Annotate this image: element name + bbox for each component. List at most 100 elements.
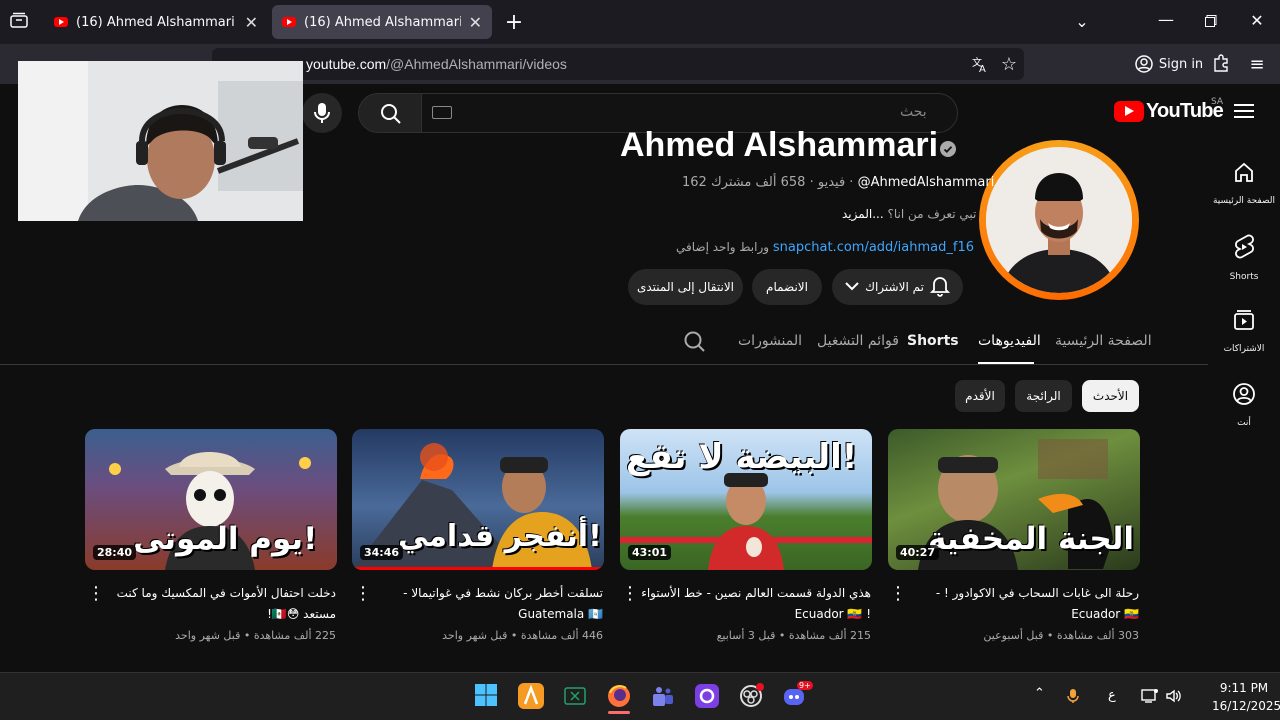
- video-age: قبل أسبوعين: [983, 629, 1044, 642]
- video-thumbnail[interactable]: الجنة المخفية 40:27: [888, 429, 1140, 570]
- video-duration: 28:40: [93, 545, 137, 560]
- url-path: /@AhmedAlshammari/videos: [386, 56, 567, 72]
- snapchat-link[interactable]: snapchat.com/add/iahmad_f16: [773, 240, 974, 255]
- video-menu-icon[interactable]: ⋮: [889, 585, 907, 603]
- excel-icon[interactable]: [562, 683, 588, 709]
- sidebar-item-shorts[interactable]: Shorts: [1212, 234, 1276, 282]
- home-icon: [1212, 160, 1276, 190]
- microphone-tray-icon[interactable]: [1067, 688, 1079, 708]
- video-title[interactable]: دخلت احتفال الأموات في المكسيك وما كنت م…: [104, 583, 336, 627]
- search-button[interactable]: [358, 93, 422, 133]
- chevron-down-icon: [845, 280, 859, 294]
- sidebar-item-home[interactable]: الصفحة الرئيسية: [1212, 160, 1276, 206]
- video-title[interactable]: تسلقت أخطر بركان نشط في غواتيمالا - Guat…: [371, 583, 603, 627]
- clock-time: 9:11 PM: [1219, 681, 1269, 695]
- keyboard-icon[interactable]: [432, 106, 452, 119]
- channel-search-icon[interactable]: [683, 330, 707, 358]
- thumbnail-text: البيضة لا تقع!: [626, 437, 858, 477]
- extensions-icon[interactable]: [1210, 54, 1232, 76]
- start-menu-icon[interactable]: [474, 683, 500, 709]
- shorts-icon: [1212, 234, 1276, 266]
- tab-playlists[interactable]: قوائم التشغيل: [817, 333, 899, 349]
- channel-avatar[interactable]: [986, 147, 1132, 293]
- verified-badge-icon: [940, 141, 956, 157]
- close-window-icon[interactable]: ✕: [1248, 11, 1266, 30]
- thumbnail-text: يوم الموتى!: [133, 521, 318, 557]
- sidebar-item-label: الاشتراكات: [1223, 344, 1265, 354]
- search-placeholder: بحث: [900, 104, 927, 120]
- video-menu-icon[interactable]: ⋮: [354, 585, 372, 603]
- video-title[interactable]: هذي الدولة قسمت العالم نصين - خط الأستوا…: [639, 583, 871, 627]
- thumbnail-text: الجنة المخفية: [928, 521, 1135, 557]
- minimize-icon[interactable]: —: [1156, 10, 1176, 29]
- volume-icon[interactable]: [1165, 688, 1183, 708]
- video-thumbnail[interactable]: البيضة لا تقع! 43:01: [620, 429, 872, 570]
- sidebar-item-subscriptions[interactable]: الاشتراكات: [1212, 308, 1276, 354]
- bookmark-star-icon[interactable]: ☆: [998, 54, 1020, 75]
- video-age: قبل 3 أسابيع: [716, 629, 776, 642]
- sidebar-item-label: أنت: [1237, 418, 1251, 428]
- system-clock[interactable]: 9:11 PM 16/12/2025: [1212, 679, 1280, 715]
- app-icon-purple[interactable]: [694, 683, 720, 709]
- app-menu-icon[interactable]: ≡: [1246, 54, 1268, 75]
- sign-in-label: Sign in: [1158, 56, 1204, 72]
- video-duration: 43:01: [628, 545, 672, 560]
- app-icon-orange[interactable]: [518, 683, 544, 709]
- video-age: قبل شهر واحد: [442, 629, 508, 642]
- channel-handle: @AhmedAlshammari: [857, 175, 995, 190]
- chip-oldest[interactable]: الأقدم: [955, 380, 1005, 412]
- list-all-tabs-icon[interactable]: ⌄: [1072, 12, 1092, 31]
- video-views: 225 ألف مشاهدة: [253, 629, 336, 642]
- new-tab-icon[interactable]: +: [504, 10, 524, 35]
- sign-in-button[interactable]: Sign in: [1124, 48, 1214, 80]
- subscribed-label: تم الاشتراك: [865, 280, 924, 294]
- voice-search-button[interactable]: [302, 93, 342, 133]
- firefox-icon[interactable]: [606, 683, 632, 709]
- video-thumbnail[interactable]: أنفجر قدامي! 34:46: [352, 429, 604, 570]
- tab-videos[interactable]: الفيديوهات: [978, 333, 1041, 349]
- channel-links: ورابط واحد إضافي snapchat.com/add/iahmad…: [676, 240, 974, 255]
- close-tab-icon[interactable]: ✕: [469, 13, 482, 32]
- link-suffix[interactable]: ورابط واحد إضافي: [676, 240, 769, 254]
- obs-icon[interactable]: [738, 683, 764, 709]
- tab-home[interactable]: الصفحة الرئيسية: [1055, 333, 1152, 349]
- video-menu-icon[interactable]: ⋮: [621, 585, 639, 603]
- account-icon: [1135, 55, 1153, 73]
- video-title[interactable]: رحلة الى غابات السحاب في الاكوادور ! - E…: [907, 583, 1139, 627]
- tab-list-icon[interactable]: [8, 12, 30, 32]
- url-text[interactable]: youtube.com/@AhmedAlshammari/videos: [306, 56, 567, 72]
- input-language[interactable]: ع: [1108, 688, 1116, 703]
- subscribed-button[interactable]: تم الاشتراك: [832, 269, 963, 305]
- taskbar: [0, 672, 1280, 720]
- guide-menu-icon[interactable]: [1232, 100, 1256, 125]
- video-age: قبل شهر واحد: [175, 629, 241, 642]
- more-link[interactable]: ...المزيد: [842, 207, 884, 221]
- maximize-icon[interactable]: [1202, 12, 1220, 30]
- channel-description[interactable]: تبي تعرف من انا؟ ...المزيد: [842, 207, 976, 221]
- browser-tab-1[interactable]: (16) Ahmed Alshammari - YouTu ✕: [44, 5, 268, 39]
- show-hidden-icons-chevron-icon[interactable]: ⌃: [1034, 686, 1045, 701]
- community-button[interactable]: الانتقال إلى المنتدى: [628, 269, 743, 305]
- youtube-favicon-icon: [54, 17, 68, 27]
- sidebar-item-you[interactable]: أنت: [1212, 382, 1276, 428]
- youtube-favicon-icon: [282, 17, 296, 27]
- teams-icon[interactable]: [650, 683, 676, 709]
- network-icon[interactable]: [1141, 688, 1159, 708]
- webcam-overlay: [18, 61, 303, 221]
- tab-shorts[interactable]: Shorts: [907, 333, 959, 349]
- chip-popular[interactable]: الرائجة: [1015, 380, 1072, 412]
- video-thumbnail[interactable]: يوم الموتى! 28:40: [85, 429, 337, 570]
- description-text: تبي تعرف من انا؟: [887, 207, 977, 221]
- chip-latest[interactable]: الأحدث: [1082, 380, 1139, 412]
- video-meta: 446 ألف مشاهدة • قبل شهر واحد: [442, 629, 603, 642]
- browser-tab-2[interactable]: (16) Ahmed Alshammari - YouTu ✕: [272, 5, 492, 39]
- channel-meta: 162 فيديو · 658 ألف مشترك · @AhmedAlsham…: [682, 175, 995, 190]
- tab-posts[interactable]: المنشورات: [738, 333, 802, 349]
- video-menu-icon[interactable]: ⋮: [87, 585, 105, 603]
- join-button[interactable]: الانضمام: [752, 269, 822, 305]
- sidebar-item-label: Shorts: [1229, 272, 1259, 282]
- close-tab-icon[interactable]: ✕: [245, 13, 258, 32]
- thumbnail-text: أنفجر قدامي!: [398, 519, 602, 554]
- youtube-logo[interactable]: YouTube: [1114, 100, 1224, 123]
- translate-icon[interactable]: 文A: [970, 55, 990, 77]
